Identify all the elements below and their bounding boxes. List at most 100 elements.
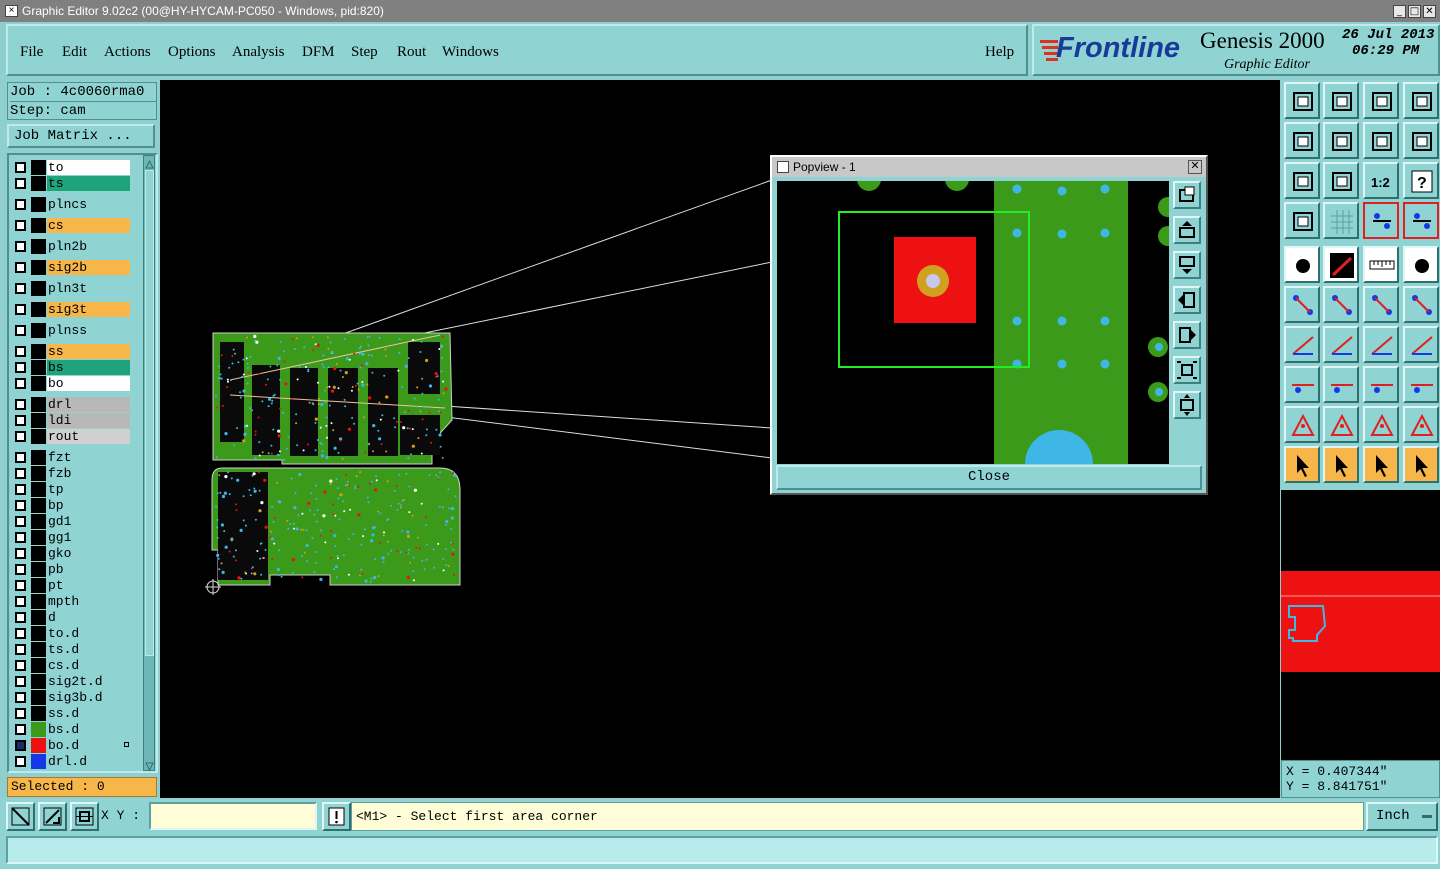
- layer-row-sig3b-d[interactable]: sig3b.d: [12, 690, 130, 705]
- layer-row-drl[interactable]: drl: [12, 397, 130, 412]
- pad-icon[interactable]: [1284, 246, 1320, 283]
- layer-row-ts-d[interactable]: ts.d: [12, 642, 130, 657]
- layer-visibility-checkbox[interactable]: [15, 283, 26, 294]
- layer-name[interactable]: rout: [47, 429, 130, 444]
- layer-visibility-checkbox[interactable]: [15, 756, 26, 767]
- layer-visibility-checkbox[interactable]: [15, 612, 26, 623]
- layer-visibility-checkbox[interactable]: [15, 468, 26, 479]
- layer-row-pb[interactable]: pb: [12, 562, 130, 577]
- layer-row-to[interactable]: to: [12, 160, 130, 175]
- popview-tool-left-icon[interactable]: [1173, 286, 1201, 314]
- popview-tool-down-icon[interactable]: [1173, 251, 1201, 279]
- layer-color-swatch[interactable]: [31, 642, 46, 657]
- layer-color-swatch[interactable]: [31, 281, 46, 296]
- help-icon[interactable]: ?: [1403, 162, 1439, 199]
- overview-map[interactable]: [1281, 490, 1440, 760]
- layer-color-swatch[interactable]: [31, 690, 46, 705]
- pointer-icon[interactable]: [1284, 446, 1320, 483]
- layer-color-swatch[interactable]: [31, 530, 46, 545]
- layer-name[interactable]: bo.d: [47, 738, 130, 753]
- swap-icon[interactable]: [1363, 122, 1399, 159]
- scroll-down-icon[interactable]: [145, 758, 154, 772]
- layer-visibility-checkbox[interactable]: [15, 708, 26, 719]
- grid-icon[interactable]: [1323, 202, 1359, 239]
- layer-color-swatch[interactable]: [31, 429, 46, 444]
- snap-red2-icon[interactable]: [1403, 202, 1439, 239]
- layer-row-drl-d[interactable]: drl.d: [12, 754, 130, 769]
- layer-visibility-checkbox[interactable]: [15, 692, 26, 703]
- layer-visibility-checkbox[interactable]: [15, 452, 26, 463]
- layer-row-sig2b[interactable]: sig2b: [12, 260, 130, 275]
- layer-color-swatch[interactable]: [31, 482, 46, 497]
- delete-icon[interactable]: [1323, 286, 1359, 323]
- layer-row-plncs[interactable]: plncs: [12, 197, 130, 212]
- layer-name[interactable]: ss: [47, 344, 130, 359]
- layer-name[interactable]: pln2b: [47, 239, 130, 254]
- layer-list-scrollbar[interactable]: [143, 155, 155, 772]
- layer-name[interactable]: sig2b: [47, 260, 130, 275]
- layer-visibility-checkbox[interactable]: [15, 304, 26, 315]
- layer-visibility-checkbox[interactable]: [15, 532, 26, 543]
- layer-row-bs-d[interactable]: bs.d: [12, 722, 130, 737]
- layer-name[interactable]: bs: [47, 360, 130, 375]
- layer-name[interactable]: bp: [47, 498, 130, 513]
- segment-icon[interactable]: [1323, 366, 1359, 403]
- layer-row-bp[interactable]: bp: [12, 498, 130, 513]
- layer-row-ts[interactable]: ts: [12, 176, 130, 191]
- layer-color-swatch[interactable]: [31, 658, 46, 673]
- popview-tool-right-icon[interactable]: [1173, 321, 1201, 349]
- layer-color-swatch[interactable]: [31, 594, 46, 609]
- menu-step[interactable]: Step: [351, 44, 378, 61]
- circle-icon[interactable]: [1403, 246, 1439, 283]
- layer-name[interactable]: sig3b.d: [47, 690, 130, 705]
- layer-row-gd1[interactable]: gd1: [12, 514, 130, 529]
- layer-name[interactable]: ss.d: [47, 706, 130, 721]
- slope-icon[interactable]: [1284, 326, 1320, 363]
- layer-name[interactable]: gd1: [47, 514, 130, 529]
- layer-row-gko[interactable]: gko: [12, 546, 130, 561]
- import-icon[interactable]: [1323, 122, 1359, 159]
- layer-name[interactable]: sig3t: [47, 302, 130, 317]
- layer-name[interactable]: to.d: [47, 626, 130, 641]
- arc-icon[interactable]: [1363, 326, 1399, 363]
- layout-icon[interactable]: [1403, 82, 1439, 119]
- popview-close-icon[interactable]: ✕: [1188, 160, 1202, 174]
- layer-color-swatch[interactable]: [31, 626, 46, 641]
- layer-row-bo[interactable]: bo: [12, 376, 130, 391]
- arch-icon[interactable]: [1363, 406, 1399, 443]
- layer-name[interactable]: plnss: [47, 323, 130, 338]
- layer-color-swatch[interactable]: [31, 562, 46, 577]
- save-step-icon[interactable]: [1323, 82, 1359, 119]
- layer-row-fzb[interactable]: fzb: [12, 466, 130, 481]
- layer-color-swatch[interactable]: [31, 344, 46, 359]
- resize-icon[interactable]: [1363, 366, 1399, 403]
- apex-icon[interactable]: [1323, 406, 1359, 443]
- layer-visibility-checkbox[interactable]: [15, 162, 26, 173]
- layer-row-rout[interactable]: rout: [12, 429, 130, 444]
- layer-row-tp[interactable]: tp: [12, 482, 130, 497]
- snap-grid-icon[interactable]: [6, 802, 35, 831]
- layer-visibility-checkbox[interactable]: [15, 580, 26, 591]
- open-step-icon[interactable]: [1284, 82, 1320, 119]
- layer-color-swatch[interactable]: [31, 197, 46, 212]
- layer-name[interactable]: tp: [47, 482, 130, 497]
- popview-tool-center-icon[interactable]: [1173, 391, 1201, 419]
- node-icon[interactable]: [1403, 286, 1439, 323]
- layer-row-ss-d[interactable]: ss.d: [12, 706, 130, 721]
- layer-row-ldi[interactable]: ldi: [12, 413, 130, 428]
- layer-color-swatch[interactable]: [31, 218, 46, 233]
- layer-row-bs[interactable]: bs: [12, 360, 130, 375]
- units-selector[interactable]: Inch: [1366, 802, 1438, 831]
- job-matrix-button[interactable]: Job Matrix ...: [7, 124, 155, 148]
- layer-color-swatch[interactable]: [31, 706, 46, 721]
- break-icon[interactable]: [1284, 366, 1320, 403]
- layer-row-mpth[interactable]: mpth: [12, 594, 130, 609]
- close-button[interactable]: ✕: [1423, 5, 1436, 18]
- route-icon[interactable]: [1403, 446, 1439, 483]
- line-icon[interactable]: [1323, 326, 1359, 363]
- snap-angle-icon[interactable]: [38, 802, 67, 831]
- popview-tool-up-icon[interactable]: [1173, 216, 1201, 244]
- scale-icon[interactable]: 1:2: [1363, 162, 1399, 199]
- layer-visibility-checkbox[interactable]: [15, 628, 26, 639]
- menu-windows[interactable]: Windows: [442, 44, 499, 61]
